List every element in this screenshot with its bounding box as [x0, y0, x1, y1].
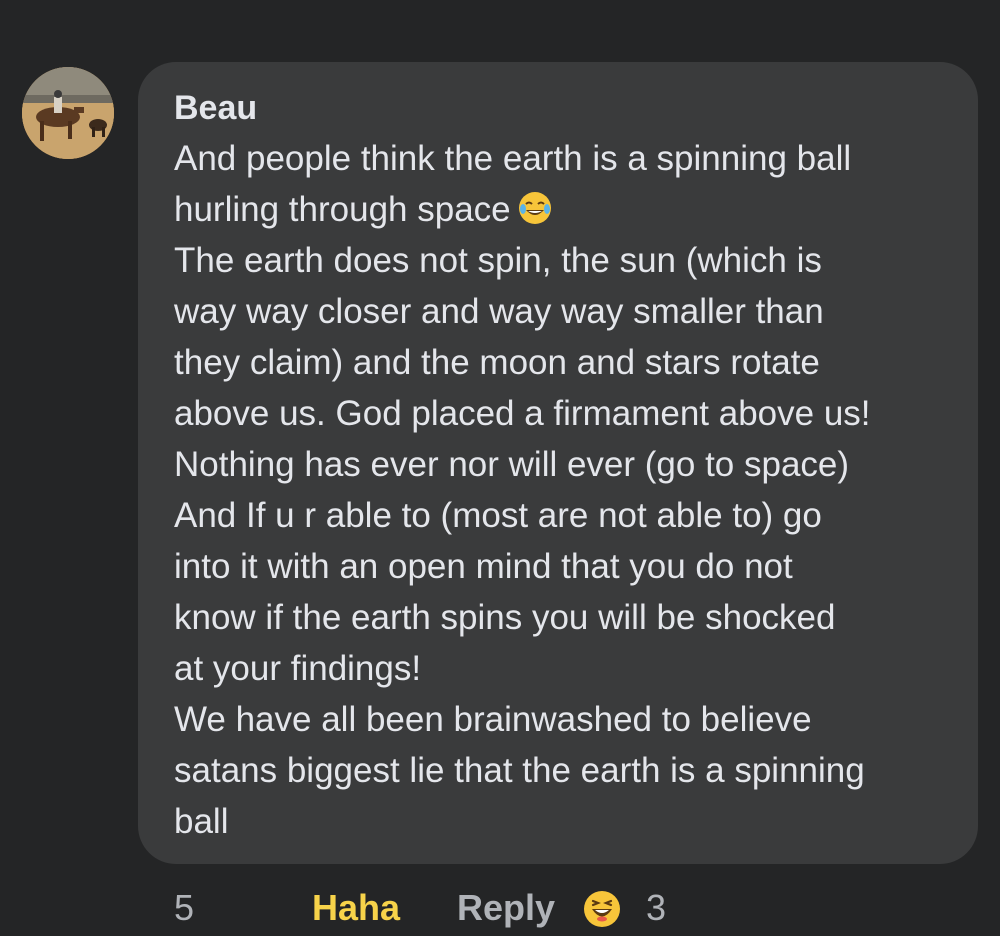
comment-line: And If u r able to (most are not able to…	[174, 496, 822, 535]
comment-line: We have all been brainwashed to believe	[174, 700, 812, 739]
comment-line: way way closer and way way smaller than	[174, 292, 824, 331]
avatar-image	[22, 67, 114, 159]
comment-text: And people think the earth is a spinning…	[174, 133, 964, 847]
haha-reaction-icon[interactable]	[583, 890, 621, 928]
haha-reaction-button[interactable]: Haha	[312, 884, 400, 932]
comment-line: at your findings!	[174, 649, 422, 688]
avatar[interactable]	[22, 67, 114, 159]
comment-line: into it with an open mind that you do no…	[174, 547, 793, 586]
comment-line: satans biggest lie that the earth is a s…	[174, 751, 865, 790]
comment-line: ball	[174, 802, 229, 841]
comment-line: know if the earth spins you will be shoc…	[174, 598, 836, 637]
comment-timestamp[interactable]: 5 hrs	[174, 884, 224, 936]
reply-button[interactable]: Reply	[457, 884, 555, 932]
reaction-count[interactable]: 3	[646, 884, 666, 932]
comment-line: And people think the earth is a spinning…	[174, 139, 852, 178]
comment-line: above us. God placed a firmament above u…	[174, 394, 871, 433]
tears-of-joy-emoji-icon	[518, 192, 551, 224]
comment-line: The earth does not spin, the sun (which …	[174, 241, 822, 280]
comment-line-text: hurling through space	[174, 190, 511, 229]
comment-line: Nothing has ever nor will ever (go to sp…	[174, 445, 850, 484]
comment-line: they claim) and the moon and stars rotat…	[174, 343, 820, 382]
comment-author[interactable]: Beau	[174, 83, 257, 133]
comment-line: hurling through space	[174, 184, 964, 235]
